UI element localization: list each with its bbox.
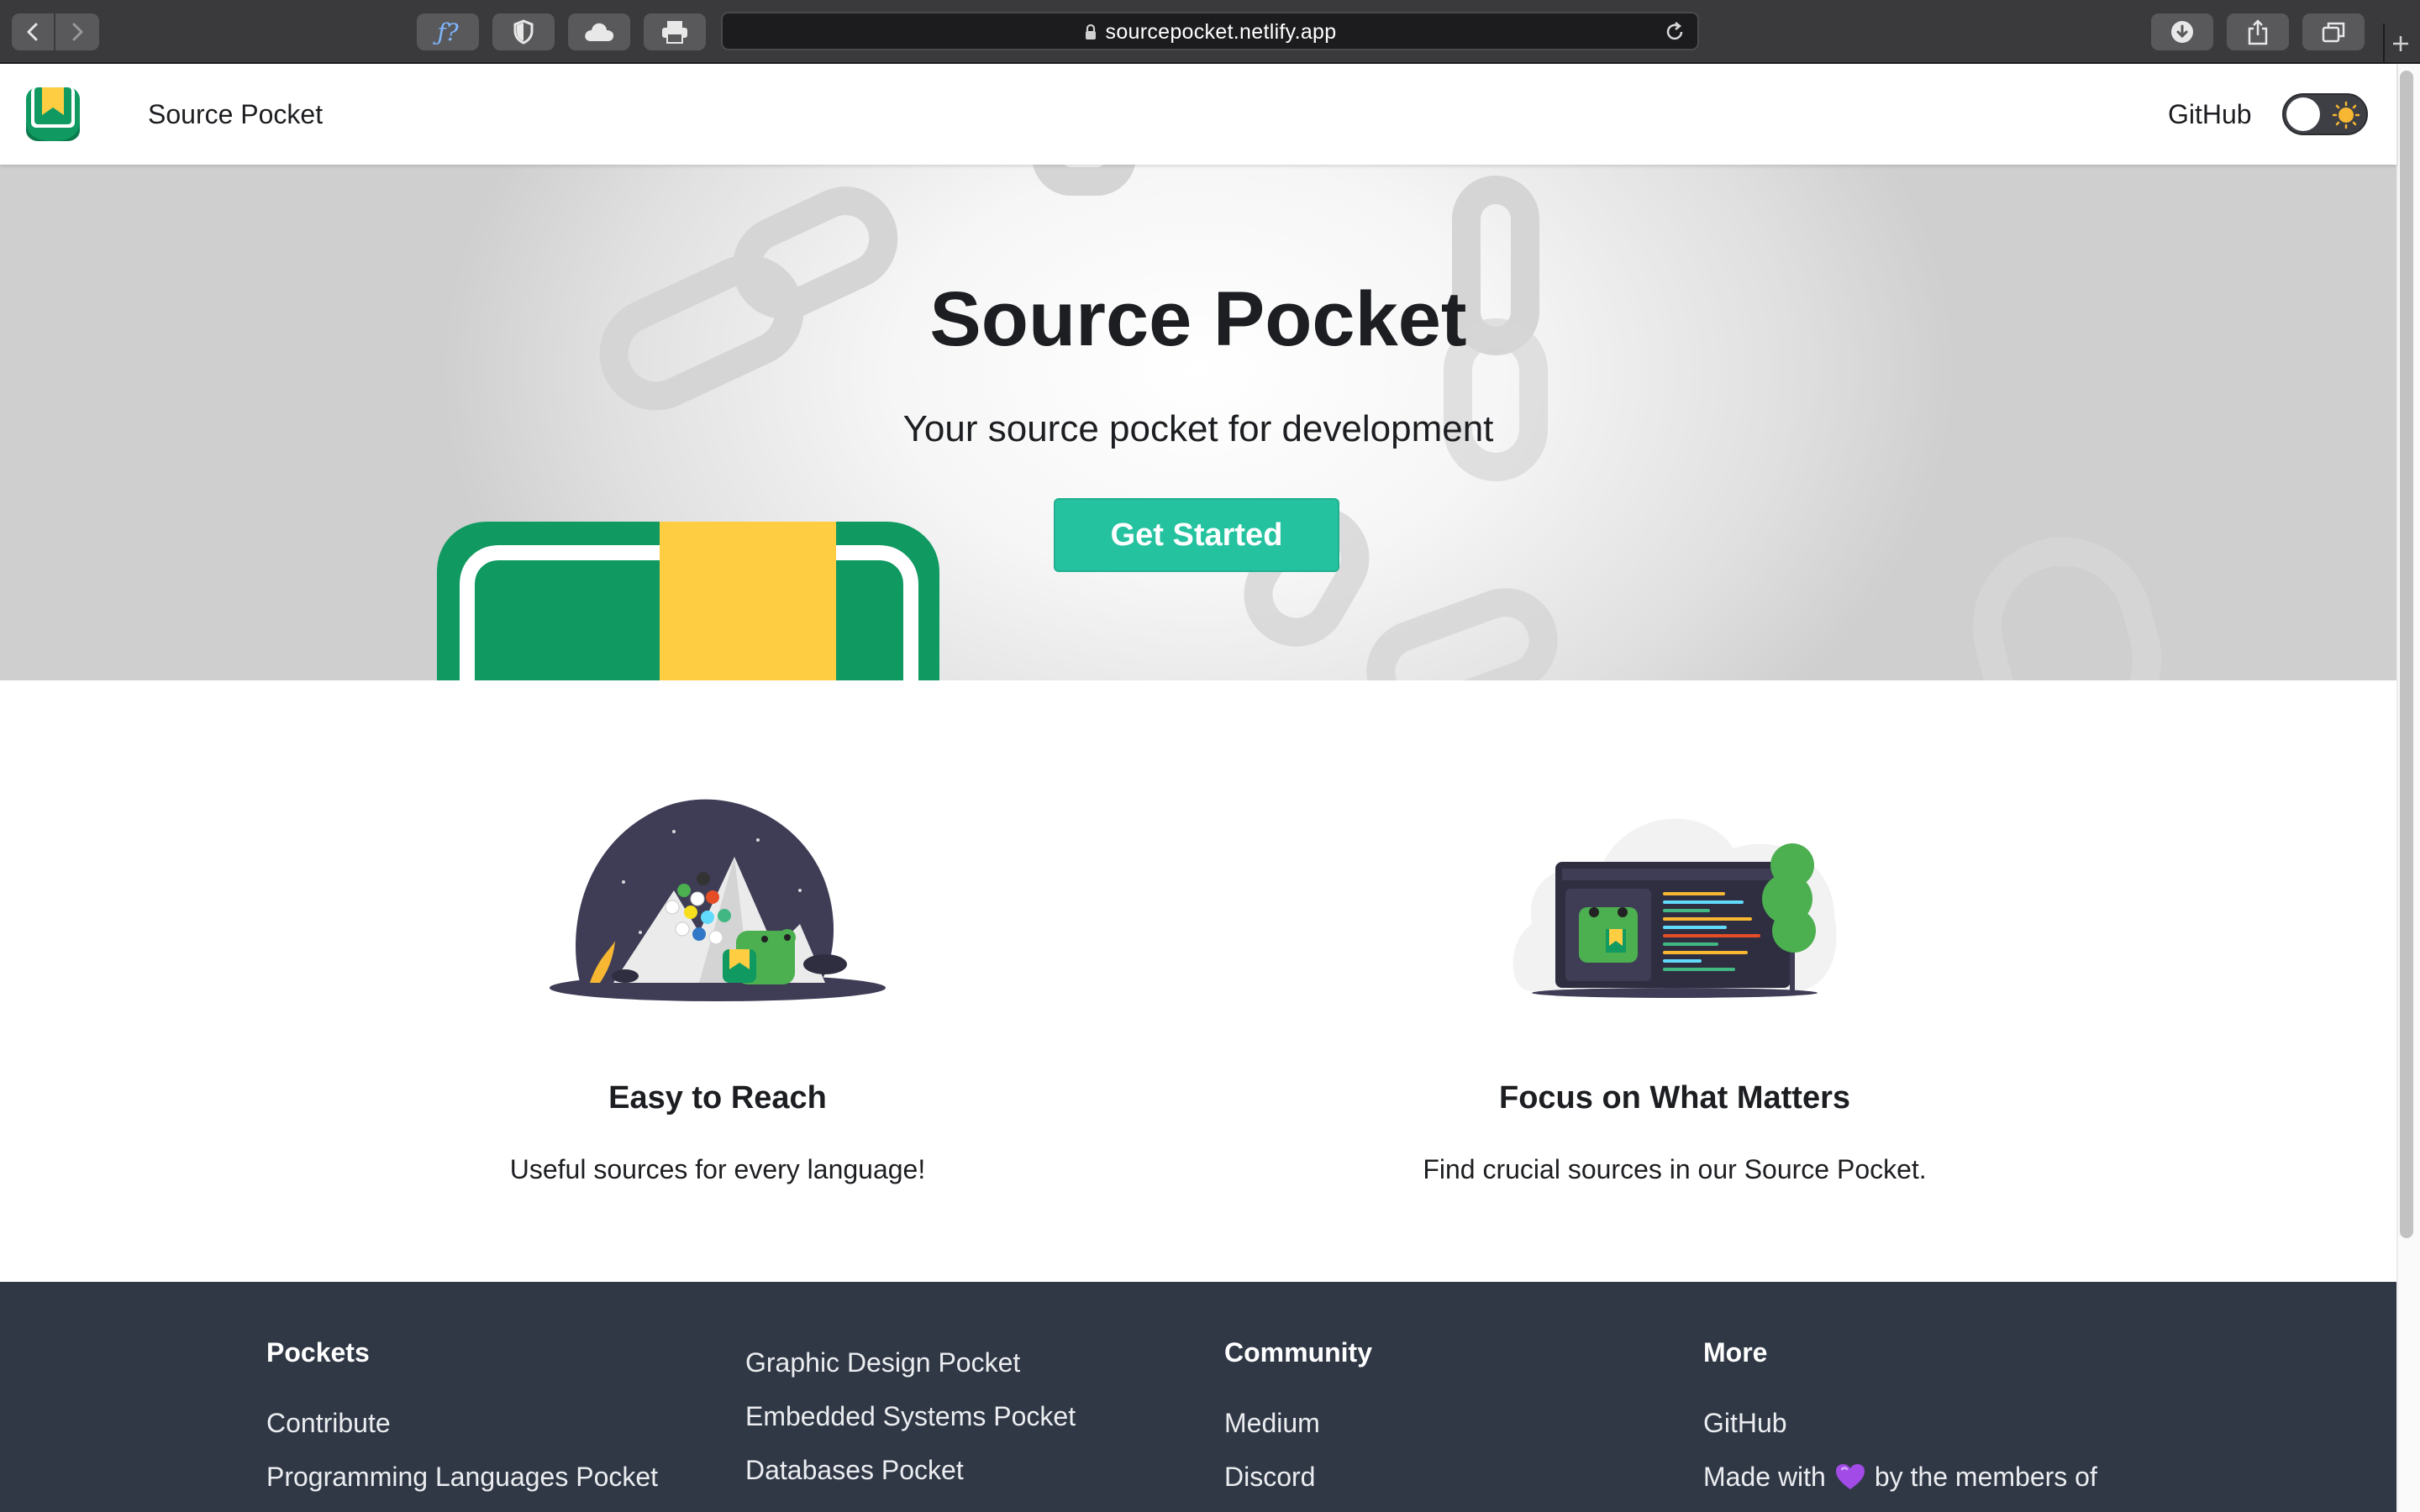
formula-extension-button[interactable]: ƒ? (417, 13, 479, 50)
brand-title[interactable]: Source Pocket (148, 64, 323, 165)
mountain-illustration (550, 799, 886, 1001)
source-pocket-logo[interactable] (24, 85, 82, 144)
github-nav-link[interactable]: GitHub (2168, 64, 2252, 165)
address-bar[interactable]: sourcepocket.netlify.app (721, 12, 1699, 50)
get-started-button[interactable]: Get Started (1054, 498, 1339, 572)
footer-title: Pockets (266, 1337, 370, 1368)
browser-toolbar: ƒ? sourcepocket.netlify.app (0, 0, 2420, 64)
feature-title: Easy to Reach (608, 1080, 827, 1116)
reload-icon (1666, 22, 1683, 40)
footer-link-contribute[interactable]: Contribute (266, 1408, 391, 1439)
site-footer: Pockets Contribute Programming Languages… (0, 1282, 2396, 1512)
shield-icon (513, 19, 534, 45)
lock-icon (1084, 24, 1097, 40)
back-button[interactable] (12, 13, 55, 50)
print-icon (662, 21, 687, 44)
plus-icon (2393, 36, 2408, 51)
footer-link-medium[interactable]: Medium (1224, 1408, 1320, 1439)
formula-icon: ƒ? (437, 18, 459, 46)
address-bar-text: sourcepocket.netlify.app (723, 13, 1697, 50)
footer-link-embedded-systems[interactable]: Embedded Systems Pocket (745, 1401, 1076, 1432)
page-scrollbar-thumb[interactable] (2400, 71, 2413, 1238)
reload-button[interactable] (1664, 21, 1686, 47)
print-button[interactable] (644, 13, 706, 50)
privacy-extension-button[interactable] (492, 13, 555, 50)
purple-heart-icon (1834, 1462, 1866, 1498)
feature-description: Find crucial sources in our Source Pocke… (1423, 1154, 1927, 1184)
tab-overview-button[interactable] (2302, 13, 2365, 50)
footer-link-programming-languages[interactable]: Programming Languages Pocket (266, 1462, 658, 1493)
footer-link-github[interactable]: GitHub (1703, 1408, 1787, 1439)
footer-made-with: Made with by the members of (1703, 1462, 2097, 1498)
downloads-button[interactable] (2151, 13, 2213, 50)
forward-button[interactable] (55, 13, 99, 50)
download-icon (2171, 21, 2193, 43)
footer-title: Community (1224, 1337, 1372, 1368)
feature-title: Focus on What Matters (1498, 1080, 1851, 1116)
cloud-extension-button[interactable] (568, 13, 630, 50)
toggle-knob (2286, 97, 2320, 131)
code-screen-illustration (1512, 818, 1837, 998)
share-icon (2248, 19, 2268, 45)
new-tab-button[interactable] (2383, 24, 2417, 64)
back-icon (27, 23, 38, 41)
footer-link-discord[interactable]: Discord (1224, 1462, 1315, 1493)
hero-banner: Source Pocket Your source pocket for dev… (0, 165, 2396, 680)
footer-title: More (1703, 1337, 1768, 1368)
hero-subtitle: Your source pocket for development (902, 408, 1494, 449)
made-with-prefix: Made with (1703, 1462, 1826, 1492)
made-with-suffix: by the members of (1874, 1462, 2097, 1492)
footer-link-graphic-design[interactable]: Graphic Design Pocket (745, 1347, 1020, 1378)
forward-icon (72, 23, 83, 41)
cloud-icon (585, 23, 614, 41)
history-nav (12, 13, 99, 50)
share-button[interactable] (2227, 13, 2289, 50)
site-navbar: Source Pocket GitHub (0, 64, 2396, 165)
dark-mode-toggle[interactable] (2282, 93, 2368, 135)
footer-link-databases[interactable]: Databases Pocket (745, 1455, 964, 1486)
url-text: sourcepocket.netlify.app (1105, 19, 1337, 44)
tabs-icon (2322, 22, 2345, 43)
feature-description: Useful sources for every language! (509, 1154, 926, 1184)
sun-icon (2331, 100, 2361, 130)
hero-title: Source Pocket (929, 276, 1467, 362)
